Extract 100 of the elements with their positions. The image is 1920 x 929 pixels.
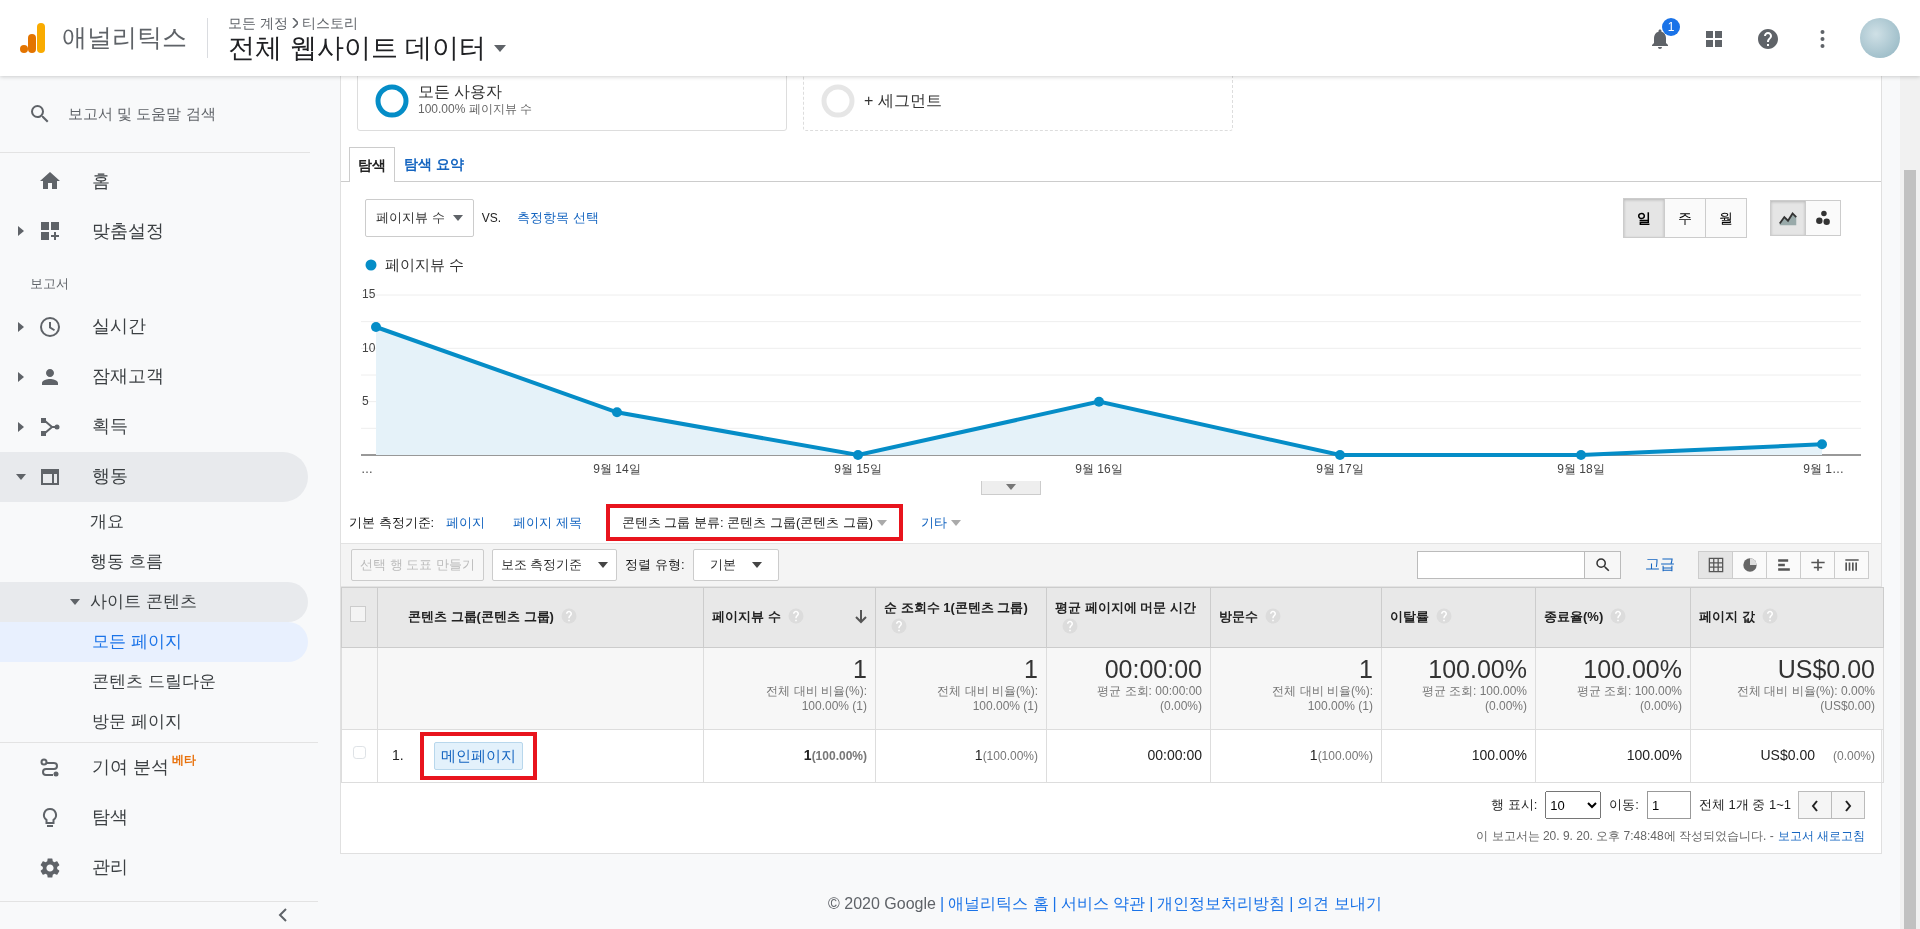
caret-icon[interactable] [70, 598, 80, 605]
column-header[interactable]: 종료율(%) [1544, 607, 1628, 627]
total-detail: 100.00% (1) [800, 698, 867, 714]
tab[interactable]: 탐색 요약 [395, 147, 473, 181]
nav-item[interactable]: 콘텐츠 드릴다운 [0, 661, 308, 702]
expand-caret-icon[interactable] [18, 226, 24, 236]
footer-link[interactable]: 개인정보처리방침 [1157, 892, 1286, 916]
data-point[interactable] [1335, 449, 1345, 460]
caret-icon[interactable] [452, 215, 463, 221]
nav-item[interactable]: 맞춤설정 [0, 206, 308, 256]
nav-item[interactable]: 획득 [0, 401, 308, 452]
expand-caret-icon[interactable] [18, 421, 24, 432]
breadcrumb-link[interactable]: 티스토리 [301, 12, 358, 34]
motion-chart-button[interactable] [1805, 200, 1841, 236]
chevron-left-icon [1810, 798, 1820, 813]
cell-value: US$0.00 [1760, 747, 1815, 764]
period-button[interactable]: 월 [1705, 198, 1747, 238]
rows-label: 행 표시: [1491, 796, 1538, 815]
nav-item[interactable]: 잠재고객 [0, 351, 308, 402]
breadcrumb-link[interactable]: 모든 계정 [228, 12, 288, 34]
data-point[interactable] [1094, 396, 1104, 407]
rows-select[interactable]: 10 [1545, 791, 1602, 819]
advanced-link[interactable]: 고급 [1645, 553, 1675, 576]
scrollbar-thumb[interactable] [1904, 170, 1916, 929]
data-point[interactable] [1817, 438, 1827, 449]
data-point[interactable] [612, 406, 622, 417]
comparison-view-button[interactable] [1800, 550, 1835, 579]
grid-view-button[interactable] [1698, 550, 1733, 579]
pivot-view-button[interactable] [1834, 550, 1869, 579]
refresh-link[interactable]: 보고서 새로고침 [1777, 829, 1865, 843]
section-heading: 보고서 [29, 275, 70, 293]
search-field[interactable]: 보고서 및 도움말 검색 [0, 76, 310, 153]
caret-icon[interactable] [598, 561, 609, 568]
nav-item[interactable]: 홈 [0, 156, 308, 206]
collapse-icon[interactable] [278, 907, 288, 923]
total-value: 1 [1023, 653, 1038, 684]
secondary-dimension-select[interactable]: 보조 측정기준 [491, 548, 618, 581]
sort-select[interactable]: 기본 [692, 548, 779, 581]
dimension-link[interactable]: 기타 [917, 510, 966, 535]
nav-item[interactable]: 실시간 [0, 301, 308, 352]
tab[interactable]: 탐색 [349, 147, 395, 182]
view-title[interactable]: 전체 웹사이트 데이터 [228, 33, 486, 64]
row-checkbox[interactable] [353, 746, 366, 759]
nav-item[interactable]: 모든 페이지 [0, 621, 308, 662]
period-button[interactable]: 일 [1623, 198, 1665, 238]
nav-item[interactable]: 관리 [0, 842, 308, 893]
axis-label: 5 [362, 393, 369, 408]
notifications-button[interactable]: 1 [1636, 14, 1684, 62]
axis-label: … [361, 461, 373, 476]
expand-caret-icon[interactable] [18, 371, 24, 382]
axis-label: 9월 18일 [1557, 461, 1605, 476]
cell-value: 00:00:00 [1147, 747, 1202, 764]
table-search-field[interactable] [1417, 550, 1585, 579]
caret-icon[interactable] [16, 473, 26, 480]
footer-link[interactable]: 애널리틱스 홈 [948, 892, 1049, 916]
data-point[interactable] [371, 321, 381, 332]
metric-select[interactable]: 페이지뷰 수 [365, 199, 474, 237]
row-label-link[interactable]: 메인페이지 [433, 741, 523, 770]
footer-link[interactable]: 서비스 약관 [1060, 892, 1146, 916]
period-button[interactable]: 주 [1664, 198, 1706, 238]
dimension-link[interactable]: 페이지 [442, 510, 490, 535]
pie-view-button[interactable] [1732, 550, 1767, 579]
nav-item[interactable]: 행동 [0, 451, 308, 502]
axis-label: 10 [362, 340, 376, 354]
data-point[interactable] [853, 449, 863, 460]
footer-separator: | [1052, 894, 1057, 914]
column-header[interactable]: 콘텐츠 그룹(콘텐츠 그룹) [408, 607, 578, 627]
prev-page-button[interactable] [1798, 791, 1832, 819]
column-header[interactable]: 이탈률 [1390, 607, 1453, 627]
nav-item[interactable]: 방문 페이지 [0, 701, 308, 742]
nav-item[interactable]: 개요 [0, 501, 308, 542]
expand-caret-icon[interactable] [18, 321, 24, 332]
bar-view-button[interactable] [1766, 550, 1801, 579]
caret-icon[interactable] [494, 45, 506, 52]
select-all-checkbox[interactable] [350, 606, 366, 623]
total-detail: 전체 대비 비율(%): 0.00% [1735, 683, 1875, 699]
segment-card[interactable]: + 세그먼트 [803, 76, 1233, 131]
data-point[interactable] [1576, 449, 1586, 460]
goto-field[interactable]: 1 [1646, 791, 1691, 819]
segment-card[interactable]: 모든 사용자 100.00% 페이지뷰 수 [357, 76, 787, 131]
nav-item[interactable]: 사이트 콘텐츠 [0, 581, 308, 622]
next-page-button[interactable] [1831, 791, 1865, 819]
scrollbar[interactable] [1900, 76, 1920, 929]
nav-item[interactable]: 탐색 [0, 792, 308, 843]
dimension-link[interactable]: 콘텐츠 그룹 분류: 콘텐츠 그룹(콘텐츠 그룹) [617, 510, 892, 535]
sort-label: 정렬 유형: [625, 555, 685, 574]
caret-icon[interactable] [751, 561, 762, 568]
nav-item[interactable]: 행동 흐름 [0, 541, 308, 582]
column-header[interactable]: 페이지 값 [1699, 607, 1779, 627]
column-header[interactable]: 방문수 [1219, 607, 1282, 627]
compare-link[interactable]: 측정항목 선택 [516, 208, 599, 228]
total-value: 1 [1358, 653, 1373, 684]
collapse-handle[interactable] [981, 480, 1041, 495]
sort-arrow-icon[interactable] [855, 610, 867, 624]
line-chart-button[interactable] [1770, 200, 1806, 236]
search-button[interactable] [1585, 550, 1621, 579]
dimension-link[interactable]: 페이지 제목 [509, 510, 586, 535]
footer-link[interactable]: 의견 보내기 [1297, 892, 1382, 916]
total-detail: 평균 조회: 00:00:00 [1096, 683, 1202, 699]
legend-label: 페이지뷰 수 [385, 255, 465, 275]
